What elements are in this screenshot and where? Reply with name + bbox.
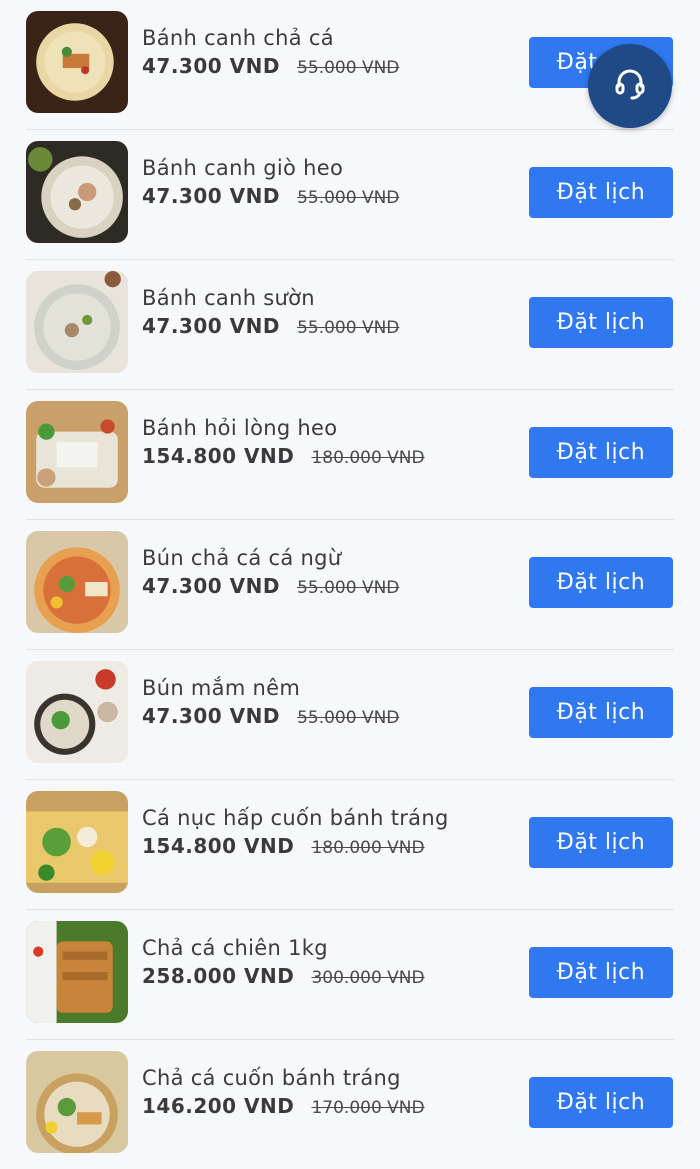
product-image[interactable] [26, 271, 128, 373]
sale-price: 47.300 VND [142, 574, 280, 598]
price-group: 47.300 VND 55.000 VND [142, 704, 399, 728]
book-button[interactable]: Đặt lịch [529, 947, 673, 998]
sale-price: 154.800 VND [142, 834, 295, 858]
product-image[interactable] [26, 401, 128, 503]
price-group: 258.000 VND 300.000 VND [142, 964, 425, 988]
original-price: 55.000 VND [297, 58, 400, 78]
sale-price: 146.200 VND [142, 1094, 295, 1118]
list-item: Bánh canh sườn 47.300 VND 55.000 VND Đặt… [26, 260, 674, 390]
price-group: 47.300 VND 55.000 VND [142, 184, 399, 208]
price-group: 47.300 VND 55.000 VND [142, 314, 399, 338]
product-name: Bánh canh giò heo [142, 156, 344, 180]
book-button[interactable]: Đặt lịch [529, 297, 673, 348]
book-button[interactable]: Đặt lịch [529, 427, 673, 478]
book-button[interactable]: Đặt lịch [529, 687, 673, 738]
product-image[interactable] [26, 791, 128, 893]
support-button[interactable] [588, 44, 672, 128]
product-image[interactable] [26, 141, 128, 243]
original-price: 300.000 VND [311, 968, 425, 988]
sale-price: 258.000 VND [142, 964, 295, 988]
list-item: Chả cá chiên 1kg 258.000 VND 300.000 VND… [26, 910, 674, 1040]
original-price: 180.000 VND [311, 448, 425, 468]
product-list: Bánh canh chả cá 47.300 VND 55.000 VND Đ… [0, 0, 700, 1169]
list-item: Bún mắm nêm 47.300 VND 55.000 VND Đặt lị… [26, 650, 674, 780]
sale-price: 47.300 VND [142, 54, 280, 78]
book-button[interactable]: Đặt lịch [529, 557, 673, 608]
product-image[interactable] [26, 1051, 128, 1153]
product-name: Bánh hỏi lòng heo [142, 416, 338, 440]
sale-price: 47.300 VND [142, 184, 280, 208]
original-price: 180.000 VND [311, 838, 425, 858]
price-group: 47.300 VND 55.000 VND [142, 54, 399, 78]
list-item: Bánh hỏi lòng heo 154.800 VND 180.000 VN… [26, 390, 674, 520]
list-item: Bún chả cá cá ngừ 47.300 VND 55.000 VND … [26, 520, 674, 650]
original-price: 55.000 VND [297, 188, 400, 208]
product-name: Chả cá chiên 1kg [142, 936, 328, 960]
sale-price: 154.800 VND [142, 444, 295, 468]
list-item: Bánh canh chả cá 47.300 VND 55.000 VND Đ… [26, 0, 674, 130]
product-image[interactable] [26, 531, 128, 633]
product-name: Chả cá cuốn bánh tráng [142, 1066, 401, 1090]
original-price: 55.000 VND [297, 318, 400, 338]
price-group: 154.800 VND 180.000 VND [142, 444, 425, 468]
product-name: Bánh canh sườn [142, 286, 315, 310]
product-name: Bánh canh chả cá [142, 26, 334, 50]
list-item: Cá nục hấp cuốn bánh tráng 154.800 VND 1… [26, 780, 674, 910]
product-name: Bún chả cá cá ngừ [142, 546, 342, 570]
book-button[interactable]: Đặt lịch [529, 1077, 673, 1128]
headset-icon [612, 66, 648, 106]
book-button[interactable]: Đặt lịch [529, 167, 673, 218]
original-price: 55.000 VND [297, 578, 400, 598]
sale-price: 47.300 VND [142, 314, 280, 338]
list-item: Bánh canh giò heo 47.300 VND 55.000 VND … [26, 130, 674, 260]
product-name: Bún mắm nêm [142, 676, 301, 700]
list-item: Chả cá cuốn bánh tráng 146.200 VND 170.0… [26, 1040, 674, 1169]
original-price: 170.000 VND [311, 1098, 425, 1118]
price-group: 146.200 VND 170.000 VND [142, 1094, 425, 1118]
product-name: Cá nục hấp cuốn bánh tráng [142, 806, 449, 830]
original-price: 55.000 VND [297, 708, 400, 728]
product-image[interactable] [26, 11, 128, 113]
product-image[interactable] [26, 661, 128, 763]
price-group: 47.300 VND 55.000 VND [142, 574, 399, 598]
book-button[interactable]: Đặt lịch [529, 817, 673, 868]
product-image[interactable] [26, 921, 128, 1023]
price-group: 154.800 VND 180.000 VND [142, 834, 425, 858]
sale-price: 47.300 VND [142, 704, 280, 728]
